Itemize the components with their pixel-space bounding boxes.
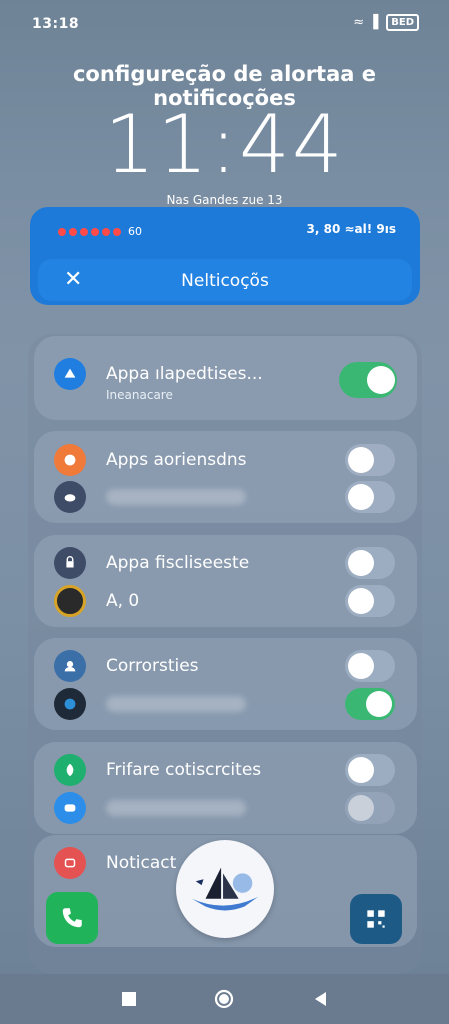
dot-icon (102, 227, 110, 236)
contact-icon (54, 650, 86, 682)
list-item-label: Frifare cotiscrcites (106, 760, 262, 780)
sailboat-icon (191, 867, 259, 911)
list-item[interactable]: A, 0 (34, 581, 417, 621)
battery-icon: BED (386, 14, 419, 31)
phone-icon (62, 908, 82, 928)
list-item-label: Appa ılapedtises... (106, 364, 263, 384)
notifications-header: ✕ Nelticoçõs (38, 259, 412, 301)
dot-icon (113, 227, 121, 236)
phone-button[interactable] (46, 892, 98, 944)
navigation-bar (0, 974, 449, 1024)
ring-icon (54, 585, 86, 617)
list-item[interactable]: Frifare cotiscrcites (34, 750, 417, 790)
list-item-sub: Ineanacare (106, 388, 173, 402)
recents-button[interactable] (118, 988, 140, 1010)
back-button[interactable] (310, 988, 332, 1010)
chat-icon (54, 792, 86, 824)
home-button[interactable] (213, 988, 235, 1010)
toggle-switch[interactable] (345, 650, 395, 682)
square-icon (122, 992, 136, 1006)
status-icons: ≈ ▐ BED (353, 14, 419, 31)
panel-status-text: 3, 80 ≈al! 9ıs (306, 222, 396, 236)
list-item[interactable]: Apps aoriensdns (34, 440, 417, 480)
dot-icon (80, 227, 88, 236)
boat-image[interactable] (176, 840, 274, 938)
app-card: Frifare cotiscrcites (34, 742, 417, 834)
toggle-switch[interactable] (345, 585, 395, 617)
lock-icon (54, 547, 86, 579)
list-item[interactable] (34, 788, 417, 828)
blurred-label (106, 489, 246, 505)
list-item-label: A, 0 (106, 591, 140, 611)
toggle-switch[interactable] (345, 754, 395, 786)
globe-icon (54, 688, 86, 720)
dot-icon (91, 227, 99, 236)
dots-label: 60 (128, 225, 142, 238)
notifications-title: Nelticoçõs (181, 271, 269, 291)
list-item[interactable]: Appa ılapedtises... Ineanacare (34, 354, 417, 402)
list-item-label: Appa fiscliseeste (106, 553, 250, 573)
lock-clock: 11:44 (104, 98, 345, 191)
list-item[interactable]: Appa fiscliseeste (34, 543, 417, 583)
dot-icon (69, 227, 77, 236)
smile-icon (54, 847, 86, 879)
app-shortcut-button[interactable] (350, 894, 402, 944)
list-item[interactable] (34, 477, 417, 517)
status-bar: 13:18 ≈ ▐ BED (0, 0, 449, 48)
cloud-icon (54, 481, 86, 513)
qr-icon (367, 910, 385, 928)
paint-icon (54, 444, 86, 476)
app-card: Apps aoriensdns (34, 431, 417, 523)
app-card: Corrorsties (34, 638, 417, 730)
leaf-icon (54, 754, 86, 786)
circle-icon (214, 989, 234, 1009)
list-item[interactable]: Corrorsties (34, 646, 417, 686)
notification-panel: 60 3, 80 ≈al! 9ıs ✕ Nelticoçõs (30, 207, 420, 305)
blurred-label (106, 800, 246, 816)
notification-dots: 60 (58, 225, 142, 238)
list-item-label: Noticact (106, 853, 177, 873)
toggle-switch[interactable] (345, 792, 395, 824)
signal-icon: ≈ ▐ (353, 15, 379, 30)
blurred-label (106, 696, 246, 712)
toggle-switch[interactable] (345, 444, 395, 476)
app-card: Appa ılapedtises... Ineanacare (34, 336, 417, 420)
list-item-label: Apps aoriensdns (106, 450, 247, 470)
triangle-back-icon (315, 992, 326, 1006)
status-time: 13:18 (32, 16, 80, 32)
dot-icon (58, 227, 66, 236)
list-item[interactable] (34, 684, 417, 724)
toggle-switch[interactable] (345, 688, 395, 720)
app-store-icon (54, 358, 86, 390)
toggle-switch[interactable] (339, 362, 397, 398)
lock-date: Nas Gandes zue 13 (166, 193, 283, 207)
app-card: Appa fiscliseeste A, 0 (34, 535, 417, 627)
toggle-switch[interactable] (345, 481, 395, 513)
list-item-label: Corrorsties (106, 656, 199, 676)
toggle-switch[interactable] (345, 547, 395, 579)
